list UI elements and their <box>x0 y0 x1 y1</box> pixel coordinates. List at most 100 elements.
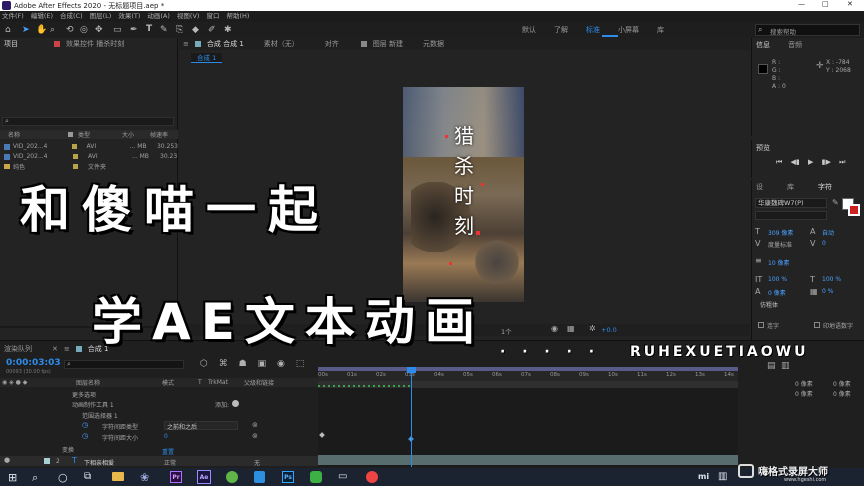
align-center-icon[interactable]: ▥ <box>781 361 790 371</box>
graph-editor-icon[interactable]: ⬚ <box>296 359 305 369</box>
add-animator-icon[interactable] <box>232 400 239 407</box>
pan-behind-tool-icon[interactable]: ✥ <box>95 25 103 35</box>
horizontal-scale-value[interactable]: 100 % <box>822 276 841 283</box>
visibility-icon[interactable]: ● <box>4 456 10 464</box>
windows-icon[interactable]: ⊞ <box>8 471 17 484</box>
exposure-value[interactable]: +0.0 <box>601 326 617 334</box>
stroke-color-swatch[interactable] <box>848 204 860 216</box>
eyedropper-icon[interactable]: ✎ <box>832 198 839 207</box>
tracking-value[interactable]: 0 <box>822 240 826 247</box>
task-view-icon[interactable]: ⧉ <box>84 471 91 482</box>
spacing-value[interactable]: 0 像素 <box>795 389 813 398</box>
menu-animation[interactable]: 动画(A) <box>147 12 170 20</box>
stopwatch-icon[interactable]: ◷ <box>82 432 88 440</box>
project-item[interactable]: VID_202...4 AVI ... MB 30.23 <box>0 152 178 161</box>
search-icon[interactable]: ⌕ <box>32 471 38 485</box>
layer-row[interactable]: ● 2 T 下相亲相爱 正常 无 <box>0 456 318 467</box>
exposure-icon[interactable]: ✲ <box>589 324 596 333</box>
library-tab[interactable]: 库 <box>787 182 794 192</box>
indent-value[interactable]: 0 像素 <box>833 379 851 388</box>
link-icon[interactable]: ⊚ <box>252 421 258 429</box>
column-fps[interactable]: 帧速率 <box>150 130 168 139</box>
cortana-icon[interactable]: ○ <box>58 471 68 484</box>
link-icon[interactable]: ⊚ <box>252 432 258 440</box>
motion-blur-icon[interactable]: ◉ <box>277 359 285 369</box>
property-transform[interactable]: 变换 <box>62 445 74 454</box>
workspace-small-screen[interactable]: 小屏幕 <box>618 26 639 34</box>
font-size-value[interactable]: 309 像素 <box>768 228 793 237</box>
maximize-button[interactable]: □ <box>822 0 829 8</box>
time-ruler[interactable]: 00s 01s 02s 03s 04s 05s 06s 07s 08s 09s 10s 11s 12s 1… <box>318 367 738 381</box>
align-tab[interactable]: 对齐 <box>325 39 339 49</box>
track-area[interactable] <box>318 381 738 467</box>
premiere-icon[interactable]: Pr <box>170 471 182 483</box>
faux-bold-button[interactable]: 仿粗体 <box>760 302 778 309</box>
type-tool-icon[interactable]: T <box>146 24 152 34</box>
align-left-icon[interactable]: ▤ <box>767 361 776 371</box>
property-more-options[interactable]: 更多选项 <box>72 390 96 399</box>
character-tab[interactable]: 字符 <box>818 182 832 192</box>
composition-tab[interactable]: 合成 合成 1 <box>207 39 244 49</box>
column-type[interactable]: 类型 <box>78 130 122 139</box>
menu-file[interactable]: 文件(F) <box>2 12 24 20</box>
info-tab[interactable]: 信息 <box>756 40 770 50</box>
font-style-select[interactable] <box>755 211 827 220</box>
tray-icon[interactable]: ▥ <box>718 471 727 482</box>
hindi-digits-checkbox[interactable] <box>814 322 820 328</box>
pen-tool-icon[interactable]: ✒ <box>130 25 138 35</box>
draft3d-icon[interactable]: ⬡ <box>200 359 208 369</box>
comp-flowchart-icon[interactable]: ⌘ <box>219 359 228 369</box>
rotate-tool-icon[interactable]: ⟲ <box>66 25 74 35</box>
effect-controls-tab[interactable]: 效果控件 播杀时刻 <box>66 39 124 49</box>
camera-icon[interactable]: ◉ <box>551 324 558 333</box>
composition-menu-icon[interactable]: ≡ <box>183 40 189 48</box>
layer-search-input[interactable]: ⌕ <box>64 360 184 369</box>
baseline-value[interactable]: 0 像素 <box>768 288 786 297</box>
project-tab[interactable]: 项目 <box>4 39 18 49</box>
workspace-standard[interactable]: 标准 <box>586 26 600 34</box>
indent-value[interactable]: 0 像素 <box>795 379 813 388</box>
close-button[interactable]: ✕ <box>847 0 853 8</box>
workspace-learn[interactable]: 了解 <box>554 26 568 34</box>
roto-brush-tool-icon[interactable]: ✐ <box>208 25 216 35</box>
timeline-close-icon[interactable]: ✕ <box>52 345 58 353</box>
layer-mode[interactable]: 正常 <box>164 458 176 467</box>
viewer-frame[interactable]: 猎 杀 时 刻 <box>403 87 524 302</box>
menu-composition[interactable]: 合成(C) <box>60 12 83 20</box>
menu-view[interactable]: 视图(V) <box>177 12 200 20</box>
audio-tab[interactable]: 音频 <box>788 40 802 50</box>
last-frame-icon[interactable]: ⏭ <box>839 158 845 166</box>
mode-column[interactable]: 模式 <box>162 378 198 387</box>
column-size[interactable]: 大小 <box>122 130 150 139</box>
footage-tab[interactable]: 素材（无） <box>264 39 299 49</box>
tracking-type-select[interactable]: 之前和之后 <box>164 421 238 431</box>
workspace-library[interactable]: 库 <box>657 26 664 34</box>
property-animator[interactable]: 动画制作工具 1 <box>72 400 114 409</box>
keyframe-icon[interactable] <box>319 432 325 438</box>
font-family-select[interactable]: 华康魏碑W7(P) <box>755 198 827 208</box>
menu-help[interactable]: 帮助(H) <box>226 12 249 20</box>
timeline-menu-icon[interactable]: ≡ <box>64 345 70 353</box>
project-search-input[interactable]: ⌕ <box>2 117 174 126</box>
property-tracking-amount[interactable]: 字符间距大小 <box>102 433 138 442</box>
tsume-value[interactable]: 0 % <box>822 288 833 295</box>
render-queue-tab[interactable]: 渲染队列 <box>4 344 32 354</box>
timecode-display[interactable]: 0:00:03:03 <box>6 358 61 368</box>
project-item[interactable]: VID_202...4 AVI ... MB 30.253 <box>0 142 178 151</box>
shield-icon[interactable] <box>254 471 265 483</box>
workspace-default[interactable]: 默认 <box>522 26 536 34</box>
ligatures-checkbox[interactable] <box>758 322 764 328</box>
brush-tool-icon[interactable]: ✎ <box>160 25 168 35</box>
puppet-tool-icon[interactable]: ✱ <box>224 25 232 35</box>
frame-blending-icon[interactable]: ▣ <box>258 359 267 369</box>
shy-layers-icon[interactable]: ☗ <box>239 359 247 369</box>
property-tracking-type[interactable]: 字符间距类型 <box>102 422 138 431</box>
transform-reset[interactable]: 重置 <box>162 447 174 456</box>
parent-column[interactable]: 父级和链接 <box>244 378 274 387</box>
layer-name-column[interactable]: 图层名称 <box>76 378 162 387</box>
column-name[interactable]: 名称 <box>8 130 68 139</box>
stroke-width-value[interactable]: 10 像素 <box>768 258 790 267</box>
hand-tool-icon[interactable]: ✋ <box>36 25 47 35</box>
t-column[interactable]: T <box>198 379 208 386</box>
app-icon[interactable] <box>366 471 378 483</box>
